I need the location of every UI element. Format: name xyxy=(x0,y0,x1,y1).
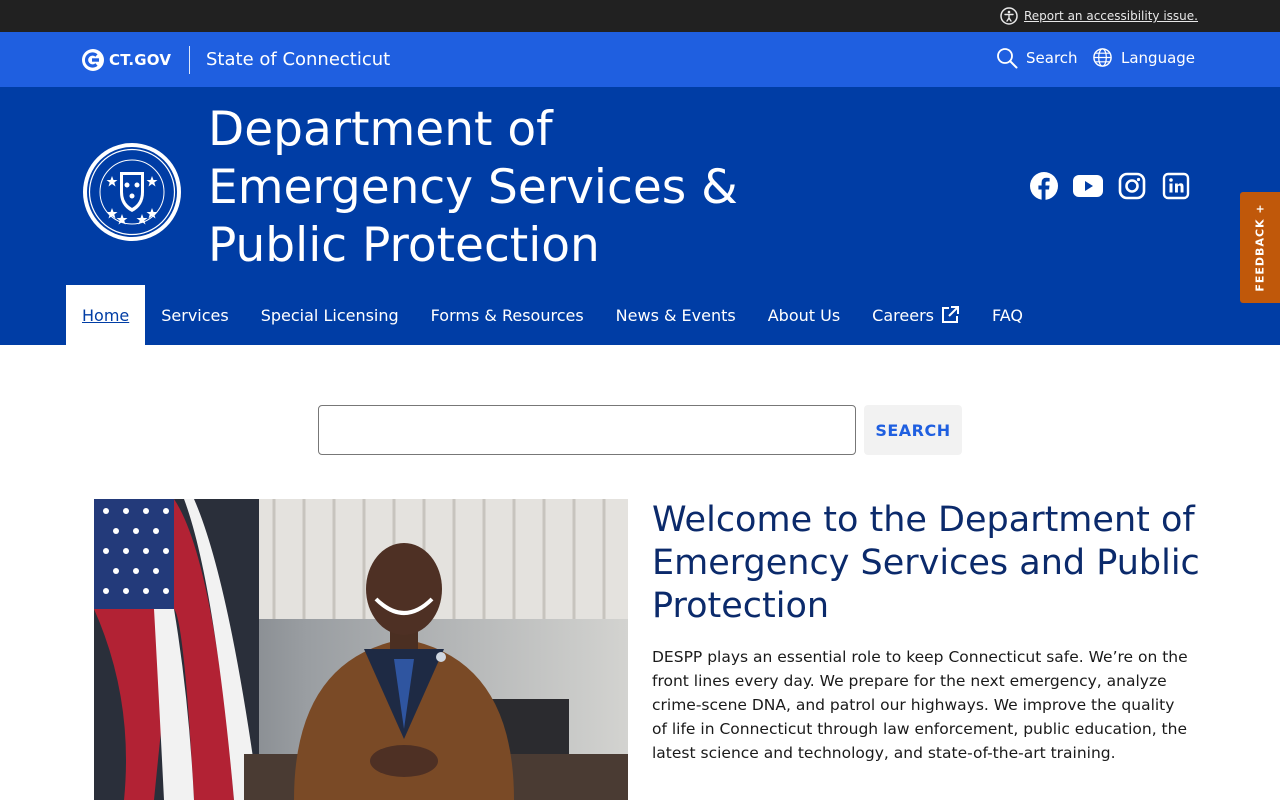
site-search-button[interactable]: SEARCH xyxy=(864,405,962,455)
commissioner-photo xyxy=(94,499,628,800)
feedback-label: FEEDBACK + xyxy=(1254,203,1267,291)
language-label: Language xyxy=(1121,48,1196,67)
site-search-input[interactable] xyxy=(318,405,856,455)
gov-divider xyxy=(189,46,190,74)
ctgov-logo[interactable]: CT.GOV xyxy=(82,49,171,71)
search-button[interactable]: Search xyxy=(996,47,1078,69)
nav-news-events[interactable]: News & Events xyxy=(600,285,752,345)
youtube-icon xyxy=(1073,175,1103,197)
ct-gov-bar: CT.GOV State of Connecticut Search Langu… xyxy=(0,32,1280,87)
ctgov-logo-icon xyxy=(82,49,104,71)
instagram-icon xyxy=(1118,172,1146,200)
intro-paragraph: DESPP plays an essential role to keep Co… xyxy=(652,648,1188,762)
globe-icon xyxy=(1093,48,1112,67)
main-navigation: Home Services Special Licensing Forms & … xyxy=(66,285,1039,345)
welcome-heading: Welcome to the Department of Emergency S… xyxy=(652,500,1200,626)
ctgov-logo-text: CT.GOV xyxy=(109,51,172,69)
linkedin-link[interactable] xyxy=(1161,171,1191,201)
nav-faq[interactable]: FAQ xyxy=(976,285,1039,345)
feedback-tab[interactable]: FEEDBACK + xyxy=(1240,192,1280,303)
nav-forms-resources[interactable]: Forms & Resources xyxy=(415,285,600,345)
language-button[interactable]: Language xyxy=(1092,47,1195,68)
nav-services[interactable]: Services xyxy=(145,285,244,345)
external-link-icon xyxy=(941,306,959,323)
accessibility-link[interactable]: Report an accessibility issue. xyxy=(1024,9,1198,23)
youtube-link[interactable] xyxy=(1073,171,1103,201)
state-name[interactable]: State of Connecticut xyxy=(206,49,390,70)
accessibility-icon xyxy=(1000,7,1018,25)
nav-about-us[interactable]: About Us xyxy=(752,285,856,345)
nav-special-licensing[interactable]: Special Licensing xyxy=(245,285,415,345)
facebook-link[interactable] xyxy=(1029,171,1059,201)
nav-careers-label: Careers xyxy=(872,305,934,325)
facebook-icon xyxy=(1030,172,1058,200)
nav-home[interactable]: Home xyxy=(66,285,146,345)
department-title: Department of Emergency Services & Publi… xyxy=(208,102,738,273)
instagram-link[interactable] xyxy=(1117,171,1147,201)
search-label: Search xyxy=(1026,49,1078,67)
top-utility-bar: Report an accessibility issue. xyxy=(0,0,1280,32)
feedback-label-text: FEEDBACK xyxy=(1253,218,1267,292)
plus-icon: + xyxy=(1253,203,1267,214)
linkedin-icon xyxy=(1162,172,1190,200)
accessibility-report[interactable]: Report an accessibility issue. xyxy=(1000,6,1198,26)
agency-header: Department of Emergency Services & Publi… xyxy=(0,87,1280,345)
nav-careers[interactable]: Careers xyxy=(856,285,976,345)
agency-seal[interactable] xyxy=(82,142,182,242)
search-icon xyxy=(997,48,1018,69)
